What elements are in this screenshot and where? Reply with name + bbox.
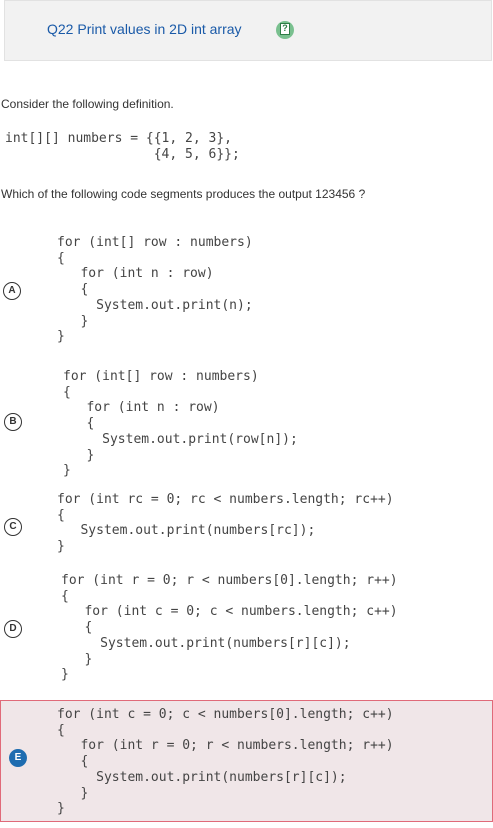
option-c-code: for (int rc = 0; rc < numbers.length; rc… <box>57 492 394 555</box>
question-prompt: Which of the following code segments pro… <box>1 187 366 201</box>
option-a-code: for (int[] row : numbers) { for (int n :… <box>57 235 253 345</box>
help-icon[interactable] <box>276 21 294 39</box>
option-d-badge[interactable]: D <box>4 620 22 638</box>
definition-prompt: Consider the following definition. <box>1 97 174 111</box>
option-e-code: for (int c = 0; c < numbers[0].length; c… <box>57 707 394 817</box>
option-c-badge[interactable]: C <box>4 518 22 536</box>
option-b[interactable]: B for (int[] row : numbers) { for (int n… <box>0 362 493 484</box>
option-d[interactable]: D for (int r = 0; r < numbers[0].length;… <box>0 566 493 690</box>
option-a-badge[interactable]: A <box>3 282 21 300</box>
option-b-badge[interactable]: B <box>4 413 22 431</box>
option-d-code: for (int r = 0; r < numbers[0].length; r… <box>61 573 398 683</box>
option-e-badge[interactable]: E <box>9 749 27 767</box>
option-e[interactable]: E for (int c = 0; c < numbers[0].length;… <box>0 700 493 822</box>
option-c[interactable]: C for (int rc = 0; rc < numbers.length; … <box>0 486 493 558</box>
option-a[interactable]: A for (int[] row : numbers) { for (int n… <box>0 228 493 350</box>
question-header: Q22 Print values in 2D int array <box>4 0 492 61</box>
option-b-code: for (int[] row : numbers) { for (int n :… <box>63 369 298 479</box>
definition-code: int[][] numbers = {{1, 2, 3}, {4, 5, 6}}… <box>5 131 240 162</box>
question-title: Q22 Print values in 2D int array <box>47 21 242 37</box>
